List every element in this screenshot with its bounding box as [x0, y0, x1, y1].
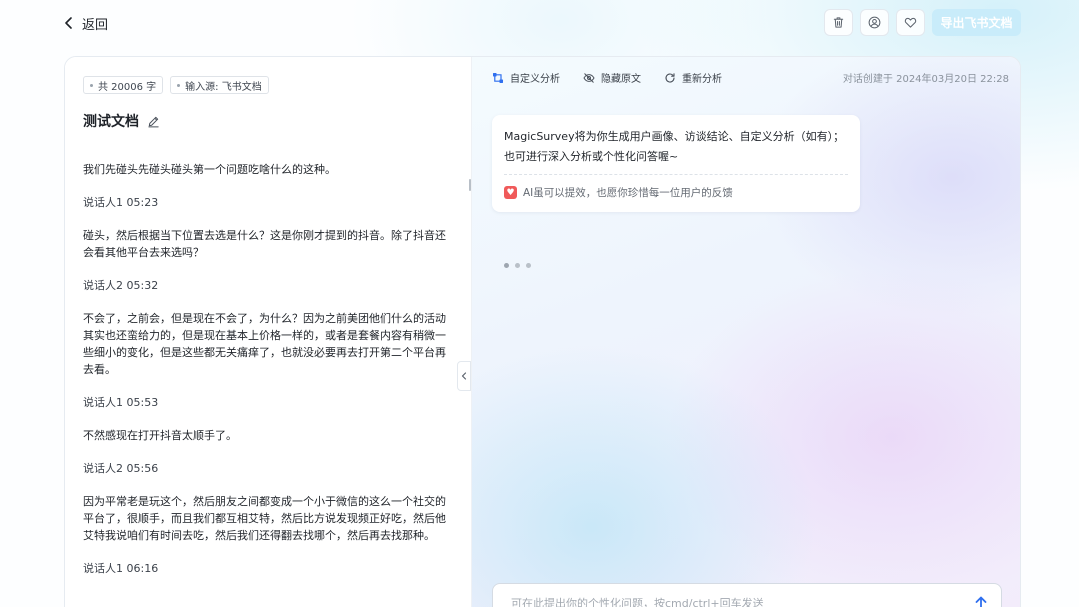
typing-dot	[515, 263, 520, 268]
transcript-speaker: 说话人2 05:56	[83, 462, 159, 475]
chevron-left-icon	[65, 17, 72, 29]
typing-dot	[526, 263, 531, 268]
document-title-row: 测试文档	[83, 111, 160, 131]
reanalyze-button[interactable]: 重新分析	[664, 70, 722, 85]
back-button[interactable]: 返回	[64, 14, 109, 33]
user-icon	[868, 16, 881, 29]
hide-source-button[interactable]: 隐藏原文	[583, 70, 641, 85]
transcript-speaker: 说话人2 05:32	[83, 279, 159, 292]
export-feishu-doc-button[interactable]: 导出飞书文档	[932, 9, 1021, 36]
question-composer	[492, 583, 1002, 607]
user-button[interactable]	[860, 9, 889, 36]
input-source-tag: 输入源: 飞书文档	[170, 76, 269, 94]
refresh-icon	[665, 72, 675, 83]
eye-off-icon	[583, 72, 595, 83]
favorite-button[interactable]	[896, 9, 925, 36]
top-actions: 导出飞书文档	[824, 9, 1021, 36]
hide-source-label: 隐藏原文	[601, 74, 641, 85]
transcript-text: 因为平常老是玩这个，然后朋友之间都变成一个小于微信的这么一个社交的平台了，很顺手…	[83, 495, 446, 542]
ai-note-text: AI虽可以提效，也愿你珍惜每一位用户的反馈	[523, 187, 733, 199]
collapse-pane-button[interactable]	[457, 361, 471, 391]
app-page: 返回 导出飞书文档 共 20006 字 输入源: 飞书文档 测试文档 我们先碰头…	[0, 0, 1079, 607]
custom-analysis-button[interactable]: 自定义分析	[492, 70, 560, 85]
transcript-speaker: 说话人1 05:53	[83, 396, 159, 409]
assistant-message-line: 也可进行深入分析或个性化问答喔~	[504, 149, 679, 163]
ai-note: ♥ AI虽可以提效，也愿你珍惜每一位用户的反馈	[504, 185, 848, 200]
transcript: 我们先碰头先碰头碰头第一个问题吃啥什么的这种。 说话人1 05:23 碰头，然后…	[83, 161, 453, 593]
word-count-label: 共 20006 字	[98, 81, 157, 93]
analysis-toolbar: 自定义分析 隐藏原文 重新分析	[492, 70, 722, 85]
transcript-text: 我们先碰头先碰头碰头第一个问题吃啥什么的这种。	[83, 163, 336, 176]
tag-dot-icon	[90, 83, 93, 87]
send-arrow-icon[interactable]	[973, 595, 989, 607]
transcript-speaker: 说话人1 06:16	[83, 562, 159, 575]
typing-indicator	[504, 263, 531, 268]
delete-button[interactable]	[824, 9, 853, 36]
transcript-text: 不然感现在打开抖音太顺手了。	[83, 429, 237, 442]
assistant-message: MagicSurvey将为你生成用户画像、访谈结论、自定义分析（如有）； 也可进…	[492, 115, 860, 212]
document-tags: 共 20006 字 输入源: 飞书文档	[83, 76, 269, 94]
chevron-left-icon	[461, 372, 467, 380]
trash-icon	[833, 17, 844, 28]
heart-gift-icon: ♥	[504, 186, 517, 199]
typing-dot	[504, 263, 509, 268]
custom-analysis-label: 自定义分析	[510, 74, 560, 85]
edit-pencil-icon[interactable]	[147, 115, 160, 128]
transcript-text: 不会了，之前会，但是现在不会了，为什么？因为之前美团他们什么的活动其实也还蛮给力…	[83, 312, 446, 376]
transcript-text: 碰头，然后根据当下位置去选是什么？这是你刚才提到的抖音。除了抖音还会看其他平台去…	[83, 229, 446, 259]
custom-analysis-icon	[493, 72, 503, 83]
main-card: 共 20006 字 输入源: 飞书文档 测试文档 我们先碰头先碰头碰头第一个问题…	[64, 56, 1021, 607]
analysis-pane: 自定义分析 隐藏原文 重新分析 对话创建于 2024年03月20日 22:28 …	[471, 57, 1020, 607]
heart-icon	[904, 17, 917, 28]
assistant-message-line: MagicSurvey将为你生成用户画像、访谈结论、自定义分析（如有）；	[504, 130, 845, 143]
document-pane: 共 20006 字 输入源: 飞书文档 测试文档 我们先碰头先碰头碰头第一个问题…	[65, 57, 471, 607]
word-count-tag: 共 20006 字	[83, 76, 164, 94]
tag-dot-icon	[177, 83, 181, 87]
created-timestamp: 对话创建于 2024年03月20日 22:28	[842, 74, 1009, 85]
reanalyze-label: 重新分析	[682, 74, 722, 85]
message-divider	[504, 174, 848, 175]
input-source-label: 输入源: 飞书文档	[185, 81, 262, 93]
document-title: 测试文档	[83, 114, 139, 130]
transcript-speaker: 说话人1 05:23	[83, 196, 159, 209]
back-label: 返回	[82, 17, 109, 33]
question-input[interactable]	[511, 596, 973, 607]
